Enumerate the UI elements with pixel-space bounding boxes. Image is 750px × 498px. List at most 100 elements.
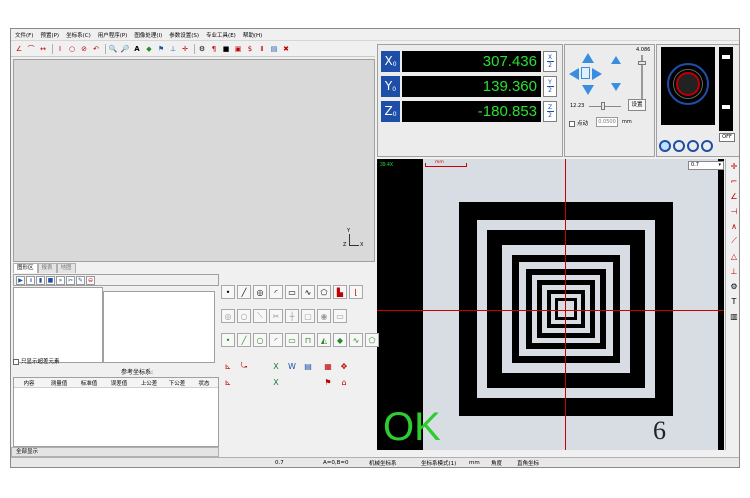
peak-tool-icon[interactable]: ∧ — [728, 220, 739, 232]
ring-light-icon[interactable] — [659, 140, 671, 152]
color-fill-icon[interactable]: ◆ — [144, 44, 154, 54]
tab-report[interactable]: 报表 — [37, 263, 57, 273]
dro-axis-x[interactable]: X0 — [381, 50, 400, 72]
coord-align-icon[interactable]: ⊾ — [221, 375, 235, 389]
target-tool-icon[interactable]: ◉ — [317, 309, 331, 323]
ring-light-view[interactable] — [661, 47, 715, 125]
stop-icon[interactable]: ■ — [221, 44, 231, 54]
z-down-arrow-icon[interactable] — [611, 83, 621, 91]
exceed-only-checkbox-box[interactable] — [13, 358, 19, 365]
calibrate-icon[interactable]: ✥ — [337, 359, 351, 373]
graphics-canvas[interactable]: Y X Z — [13, 59, 375, 262]
green-triangle-tool-icon[interactable]: ◭ — [317, 333, 331, 347]
tab-map[interactable]: 地图 — [56, 263, 76, 273]
zoom-in-icon[interactable]: 🔍 — [108, 44, 118, 54]
line-tool-icon[interactable]: ╱ — [237, 285, 251, 299]
light-slider-track[interactable] — [589, 106, 621, 107]
tab-graphics[interactable]: 图形区 — [13, 263, 38, 273]
probe-tool-icon[interactable]: ▙ — [333, 285, 347, 299]
slope-tool-icon[interactable]: ⟋ — [728, 235, 739, 247]
center-button[interactable] — [581, 67, 590, 79]
camera-view[interactable]: 39.4X mm OK 6 — [377, 159, 724, 450]
dot-tool-icon[interactable]: • — [221, 333, 235, 347]
color-chart-icon[interactable]: ▦ — [321, 359, 335, 373]
cut-tool-icon[interactable]: ✂ — [269, 309, 283, 323]
text-tool-icon[interactable]: T — [728, 295, 739, 307]
menu-file[interactable]: 文件(F) — [15, 31, 33, 39]
save-icon[interactable]: $ — [245, 44, 255, 54]
delete-icon[interactable]: ✖ — [281, 44, 291, 54]
text-tool-icon[interactable]: A — [132, 44, 142, 54]
barcode-icon[interactable]: ▥ — [728, 310, 739, 322]
fast-forward-icon[interactable]: » — [56, 275, 65, 285]
stop-icon[interactable]: ■ — [46, 275, 55, 285]
bracket-tool-icon[interactable]: ⌊ — [349, 285, 363, 299]
arc-tool-icon[interactable]: ◜ — [269, 285, 283, 299]
green-wave-tool-icon[interactable]: ∿ — [349, 333, 363, 347]
coaxial-light-icon[interactable] — [673, 140, 685, 152]
step-input[interactable]: 0.0500 — [596, 117, 618, 127]
move-down-arrow-icon[interactable] — [582, 85, 594, 95]
half-z-button[interactable]: Z2 — [543, 100, 557, 122]
zoom-out-icon[interactable]: 🔎 — [120, 44, 130, 54]
menu-user-program[interactable]: 用户程序(P) — [98, 31, 128, 39]
polyline-tool-icon[interactable]: ⌒ — [26, 44, 36, 54]
gear-icon[interactable]: ⚙ — [197, 44, 207, 54]
menu-pro-tools[interactable]: 专业工具(E) — [206, 31, 236, 39]
set-button[interactable]: 设置 — [628, 99, 646, 111]
no-entry-icon[interactable]: ⊘ — [79, 44, 89, 54]
green-peak-tool-icon[interactable]: ⊓ — [301, 333, 315, 347]
half-x-button[interactable]: X2 — [543, 50, 557, 72]
speed-slider-thumb[interactable] — [638, 61, 646, 65]
rectangle-tool-icon[interactable]: ▭ — [285, 285, 299, 299]
coord-rotate-icon[interactable]: ⤿ — [237, 359, 251, 373]
jog-checkbox[interactable]: 点动 — [569, 119, 588, 127]
height-tool-icon[interactable]: I — [55, 44, 65, 54]
green-line-tool-icon[interactable]: ╱ — [237, 333, 251, 347]
frame-tool-icon[interactable]: ▭ — [333, 309, 347, 323]
line-tool-icon[interactable]: ⊥ — [728, 265, 739, 277]
move-right-arrow-icon[interactable] — [592, 68, 602, 80]
half-y-button[interactable]: Y2 — [543, 75, 557, 97]
cross-tool-icon[interactable]: ┼ — [285, 309, 299, 323]
green-arc-tool-icon[interactable]: ◜ — [269, 333, 283, 347]
curve-tool-icon[interactable]: ∿ — [301, 285, 315, 299]
crosshair-icon[interactable]: ✛ — [180, 44, 190, 54]
coordinate-icon[interactable]: ⊥ — [168, 44, 178, 54]
word-export-icon[interactable]: W — [285, 359, 299, 373]
point-tool-icon[interactable]: • — [221, 285, 235, 299]
coord-origin-icon[interactable]: ⊾ — [221, 359, 235, 373]
menu-preset[interactable]: 预置(P) — [40, 31, 59, 39]
angle-tool-icon[interactable]: ∠ — [728, 190, 739, 202]
menu-coordinate[interactable]: 坐标系(C) — [66, 31, 91, 39]
surface-light-icon[interactable] — [687, 140, 699, 152]
move-left-arrow-icon[interactable] — [569, 68, 579, 80]
report-export-icon[interactable]: ▤ — [301, 359, 315, 373]
menu-parameters[interactable]: 参数设置(S) — [169, 31, 199, 39]
dro-axis-z[interactable]: Z0 — [381, 100, 400, 122]
light-level-marker[interactable] — [722, 55, 730, 59]
angle-tool-icon[interactable]: ∠ — [14, 44, 24, 54]
arc-tool-icon[interactable]: ↶ — [91, 44, 101, 54]
flag-icon[interactable]: ⚑ — [156, 44, 166, 54]
green-circle-tool-icon[interactable]: ○ — [253, 333, 267, 347]
tools-icon[interactable]: ✂ — [66, 275, 75, 285]
gear-icon[interactable]: ⚙ — [728, 280, 739, 292]
contour-light-icon[interactable] — [701, 140, 713, 152]
menu-help[interactable]: 帮助(H) — [243, 31, 262, 39]
pause-icon[interactable]: ॥ — [26, 275, 35, 285]
z-up-arrow-icon[interactable] — [611, 56, 621, 64]
flag-icon[interactable]: ⚑ — [321, 375, 335, 389]
excel-open-icon[interactable]: X — [269, 375, 283, 389]
tolerance-icon[interactable]: Ⅱ — [257, 44, 267, 54]
program-icon[interactable]: ▣ — [233, 44, 243, 54]
delete-icon[interactable]: ⊖ — [86, 275, 95, 285]
light-intensity-bar[interactable] — [719, 47, 733, 131]
home-icon[interactable]: ⌂ — [337, 375, 351, 389]
ring-tool-icon[interactable]: ○ — [237, 309, 251, 323]
green-shape-tool-icon[interactable]: ⬠ — [365, 333, 379, 347]
light-level-marker[interactable] — [722, 105, 730, 109]
circle-tool-icon[interactable]: ◎ — [253, 285, 267, 299]
show-all-button[interactable]: 全部显示 — [11, 447, 219, 457]
eraser-icon[interactable]: ✎ — [76, 275, 85, 285]
